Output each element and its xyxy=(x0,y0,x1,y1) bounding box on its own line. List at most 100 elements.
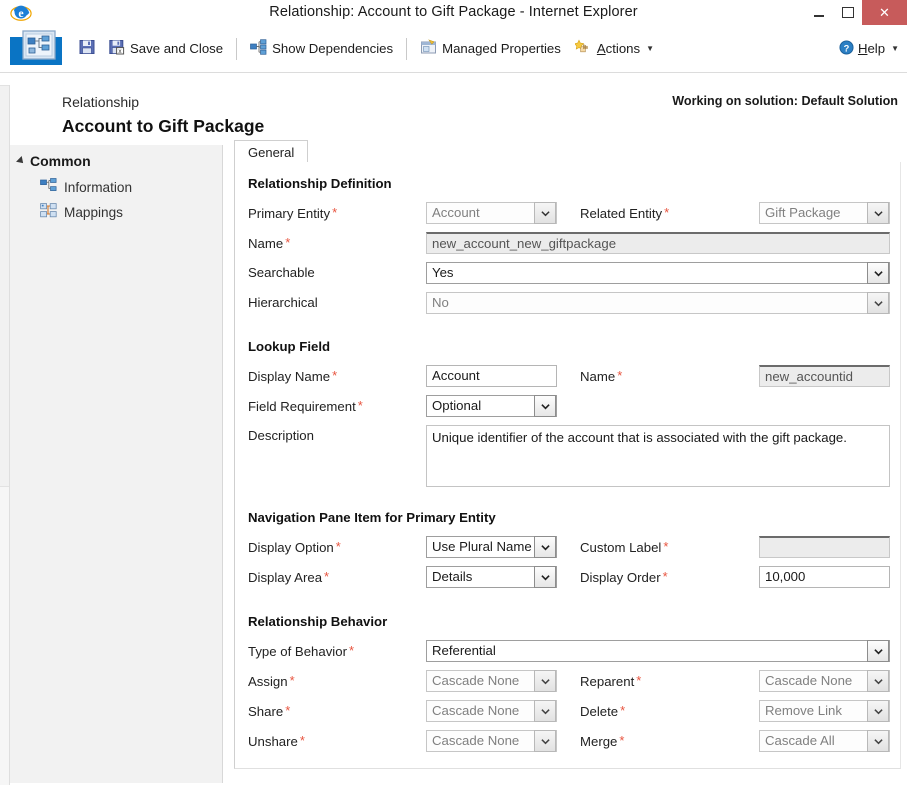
sidebar-nav: Common Information Mappings xyxy=(10,145,223,783)
header-kicker: Relationship xyxy=(62,94,140,110)
type-of-behavior-select[interactable]: Referential xyxy=(426,640,890,662)
page-scrollbar[interactable] xyxy=(0,85,10,785)
share-select[interactable]: Cascade None xyxy=(426,700,557,722)
actions-label: ctions xyxy=(605,41,641,56)
display-option-select[interactable]: Use Plural Name xyxy=(426,536,557,558)
chevron-down-icon xyxy=(534,395,556,417)
managed-properties-icon xyxy=(420,39,437,58)
window-title: Relationship: Account to Gift Package - … xyxy=(269,4,638,20)
label-lookup-name: Name * xyxy=(580,368,623,384)
application-window: e Relationship: Account to Gift Package … xyxy=(0,0,907,790)
chevron-down-icon xyxy=(867,292,889,314)
save-and-close-icon: x xyxy=(109,39,125,58)
save-button[interactable] xyxy=(72,25,102,72)
sidebar-group-common[interactable]: Common xyxy=(16,153,91,169)
page-scrollbar-thumb[interactable] xyxy=(0,85,9,487)
toolbar-separator xyxy=(236,37,238,60)
label-assign: Assign * xyxy=(248,673,295,689)
delete-select[interactable]: Remove Link xyxy=(759,700,890,722)
show-dependencies-button[interactable]: Show Dependencies xyxy=(243,25,400,72)
reparent-select[interactable]: Cascade None xyxy=(759,670,890,692)
actions-menu-button[interactable]: Actions ▼ xyxy=(568,25,661,72)
managed-properties-label: Managed Properties xyxy=(442,41,561,56)
section-title-relationship-definition: Relationship Definition xyxy=(248,176,392,191)
hierarchical-select[interactable]: No xyxy=(426,292,890,314)
required-marker: * xyxy=(663,539,669,554)
relationship-icon xyxy=(22,30,56,60)
related-entity-select[interactable]: Gift Package xyxy=(759,202,890,224)
required-marker: * xyxy=(620,703,626,718)
lookup-name-input[interactable]: new_accountid xyxy=(759,365,890,387)
chevron-down-icon xyxy=(534,566,556,588)
display-area-select[interactable]: Details xyxy=(426,566,557,588)
chevron-down-icon xyxy=(534,730,556,752)
help-icon: ? xyxy=(839,39,854,58)
relationship-name-input[interactable]: new_account_new_giftpackage xyxy=(426,232,890,254)
save-and-close-button[interactable]: x Save and Close xyxy=(102,25,230,72)
required-marker: * xyxy=(619,733,625,748)
solution-context-label: Working on solution: Default Solution xyxy=(672,94,898,108)
collapse-triangle-icon xyxy=(16,156,26,166)
required-marker: * xyxy=(299,733,305,748)
tab-general[interactable]: General xyxy=(234,140,309,163)
chevron-down-icon: ▼ xyxy=(646,44,655,53)
show-dependencies-icon xyxy=(250,39,267,58)
managed-properties-button[interactable]: Managed Properties xyxy=(413,25,568,72)
title-bar: e Relationship: Account to Gift Package … xyxy=(0,0,907,26)
close-button[interactable]: ✕ xyxy=(862,0,907,25)
required-marker: * xyxy=(348,643,355,658)
label-display-area: Display Area * xyxy=(248,569,330,585)
label-field-requirement: Field Requirement * xyxy=(248,398,363,414)
label-unshare: Unshare * xyxy=(248,733,305,749)
sidebar-item-label: Information xyxy=(64,179,133,195)
mappings-icon xyxy=(40,203,57,221)
label-searchable: Searchable xyxy=(248,265,315,280)
required-marker: * xyxy=(285,703,291,718)
display-order-input[interactable]: 10,000 xyxy=(759,566,890,588)
custom-label-input[interactable] xyxy=(759,536,890,558)
required-marker: * xyxy=(357,398,363,413)
field-requirement-select[interactable]: Optional xyxy=(426,395,557,417)
display-name-input[interactable]: Account xyxy=(426,365,557,387)
assign-select[interactable]: Cascade None xyxy=(426,670,557,692)
save-and-close-label: Save and Close xyxy=(130,41,224,56)
chevron-down-icon xyxy=(867,640,889,662)
actions-label-underline: A xyxy=(596,41,606,56)
required-marker: * xyxy=(636,673,642,688)
label-relationship-name: Name * xyxy=(248,235,291,251)
merge-select[interactable]: Cascade All xyxy=(759,730,890,752)
maximize-button[interactable] xyxy=(833,0,862,25)
chevron-down-icon xyxy=(867,262,889,284)
label-display-option: Display Option * xyxy=(248,539,341,555)
window-controls: ✕ xyxy=(804,0,907,25)
actions-icon xyxy=(573,39,592,58)
section-title-relationship-behavior: Relationship Behavior xyxy=(248,614,388,629)
primary-entity-select[interactable]: Account xyxy=(426,202,557,224)
chevron-down-icon xyxy=(867,730,889,752)
chevron-down-icon xyxy=(867,202,889,224)
label-display-name: Display Name * xyxy=(248,368,338,384)
chevron-down-icon xyxy=(534,202,556,224)
label-display-order: Display Order * xyxy=(580,569,668,585)
chevron-down-icon xyxy=(534,700,556,722)
label-delete: Delete * xyxy=(580,703,626,719)
sidebar-item-information[interactable]: Information xyxy=(40,178,132,196)
label-custom-label: Custom Label * xyxy=(580,539,669,555)
required-marker: * xyxy=(289,673,295,688)
required-marker: * xyxy=(332,368,338,383)
minimize-button[interactable] xyxy=(804,0,833,25)
sidebar-item-mappings[interactable]: Mappings xyxy=(40,203,123,221)
label-description: Description xyxy=(248,428,314,443)
label-merge: Merge * xyxy=(580,733,625,749)
svg-text:?: ? xyxy=(844,43,850,53)
description-textarea[interactable]: Unique identifier of the account that is… xyxy=(426,425,890,487)
label-primary-entity: Primary Entity * xyxy=(248,205,338,221)
label-share: Share * xyxy=(248,703,291,719)
command-bar-items: x Save and Close Show Dependencies Manag… xyxy=(72,25,661,72)
help-menu-button[interactable]: ? Help ▼ xyxy=(839,25,899,72)
sidebar-group-label: Common xyxy=(30,153,91,169)
required-marker: * xyxy=(285,235,291,250)
unshare-select[interactable]: Cascade None xyxy=(426,730,557,752)
required-marker: * xyxy=(662,569,668,584)
searchable-select[interactable]: Yes xyxy=(426,262,890,284)
